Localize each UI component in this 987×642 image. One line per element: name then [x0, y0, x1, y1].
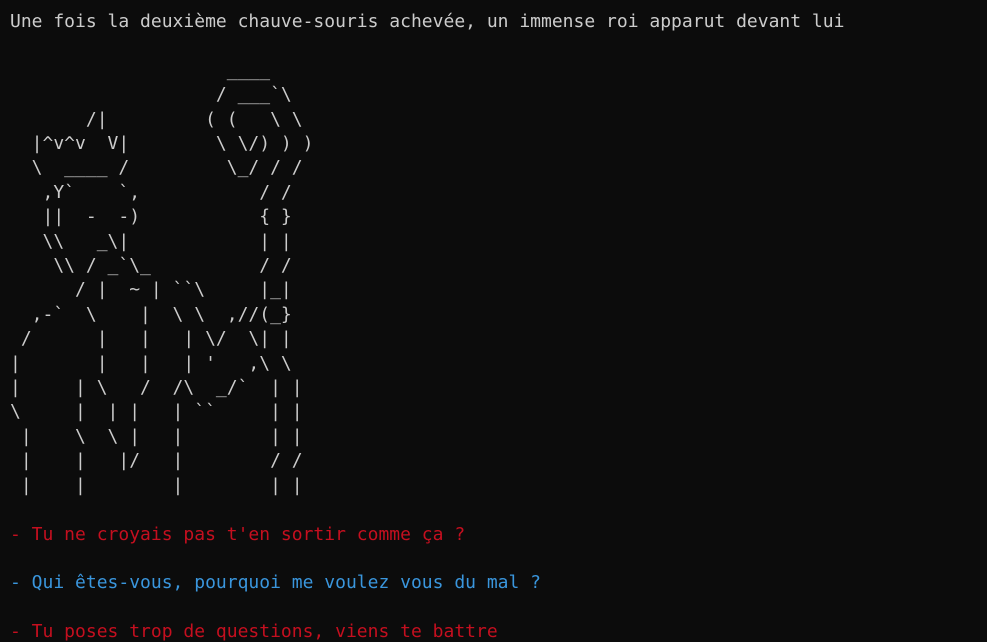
ascii-art-king-scene: ____ / ___`\ /| ( ( \ \ |^v^v V| \ \/) )…	[10, 59, 314, 496]
terminal-window[interactable]: Une fois la deuxième chauve-souris achev…	[0, 0, 987, 642]
intro-text: Une fois la deuxième chauve-souris achev…	[10, 11, 845, 32]
dialogue-line-king: - Tu ne croyais pas t'en sortir comme ça…	[10, 523, 466, 545]
dialogue-line-king: - Tu poses trop de questions, viens te b…	[10, 621, 498, 642]
dialogue-line-hero: - Qui êtes-vous, pourquoi me voulez vous…	[10, 572, 542, 594]
